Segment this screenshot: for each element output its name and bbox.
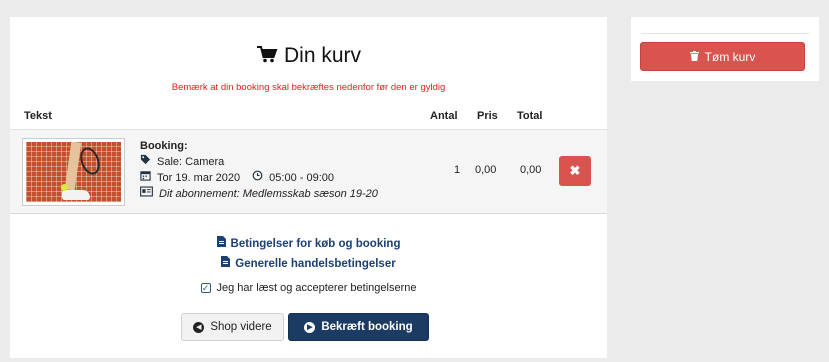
booking-date: Tor 19. mar 2020	[157, 172, 241, 184]
confirm-booking-button[interactable]: ▶ Bekræft booking	[288, 313, 429, 341]
clock-icon	[252, 170, 263, 186]
col-total: Total	[517, 110, 543, 122]
item-total: 0,00	[520, 164, 542, 176]
hall-name: Sale: Camera	[157, 156, 225, 168]
page-title: Din kurv	[283, 44, 362, 67]
accept-checkbox[interactable]: ✓	[200, 282, 211, 293]
date-line: Tor 19. mar 2020 05:00 - 09:00	[140, 170, 378, 186]
accept-label: Jeg har læst og accepterer betingelserne	[216, 282, 417, 294]
booking-heading: Booking:	[140, 140, 188, 152]
col-price: Pris	[477, 110, 498, 122]
chevron-left-circle-icon: ◀	[193, 321, 205, 333]
document-icon	[216, 234, 226, 254]
empty-cart-button[interactable]: Tøm kurv	[640, 42, 805, 71]
confirm-booking-label: Bekræft booking	[321, 321, 413, 333]
terms-booking-link[interactable]: Betingelser for køb og booking	[10, 234, 607, 254]
shop-more-label: Shop videre	[210, 321, 272, 333]
calendar-icon	[140, 170, 151, 186]
shop-more-button[interactable]: ◀ Shop videre	[181, 313, 284, 341]
booking-details: Booking: Sale: Camera Tor 19. mar 2020 0…	[140, 138, 378, 202]
close-icon: ✖	[569, 163, 581, 178]
cart-title: Din kurv	[10, 44, 607, 68]
id-card-icon	[140, 186, 153, 202]
subscription-line: Dit abonnement: Medlemsskab sæson 19-20	[140, 186, 378, 202]
subscription-text: Dit abonnement: Medlemsskab sæson 19-20	[159, 188, 378, 200]
hall-line: Sale: Camera	[140, 154, 378, 170]
item-price: 0,00	[475, 164, 497, 176]
document-icon	[221, 254, 231, 274]
warning-message: Bemærk at din booking skal bekræftes ned…	[171, 82, 446, 93]
col-text: Tekst	[24, 110, 52, 122]
table-row: Booking: Sale: Camera Tor 19. mar 2020 0…	[10, 129, 607, 214]
tag-icon	[140, 154, 151, 170]
cart-panel: Din kurv Bemærk at din booking skal bekr…	[10, 17, 607, 358]
col-qty: Antal	[430, 110, 458, 122]
empty-cart-label: Tøm kurv	[704, 49, 756, 64]
terms-booking-label: Betingelser for køb og booking	[230, 238, 401, 250]
booking-time: 05:00 - 09:00	[269, 172, 334, 184]
table-header: Tekst Antal Pris Total	[10, 107, 607, 128]
booking-thumbnail	[22, 138, 125, 206]
check-icon: ✓	[201, 282, 210, 293]
accept-terms[interactable]: ✓ Jeg har læst og accepterer betingelser…	[10, 282, 607, 294]
trash-icon	[689, 50, 699, 64]
remove-item-button[interactable]: ✖	[559, 156, 591, 186]
terms-links: Betingelser for køb og booking Generelle…	[10, 234, 607, 274]
tennis-image	[26, 142, 121, 202]
terms-general-label: Generelle handelsbetingelser	[235, 258, 396, 270]
item-qty: 1	[454, 164, 461, 176]
cart-actions-panel: Tøm kurv	[631, 17, 819, 81]
chevron-right-circle-icon: ▶	[304, 321, 316, 333]
divider	[641, 33, 809, 34]
cart-icon	[256, 45, 278, 68]
terms-general-link[interactable]: Generelle handelsbetingelser	[10, 254, 607, 274]
